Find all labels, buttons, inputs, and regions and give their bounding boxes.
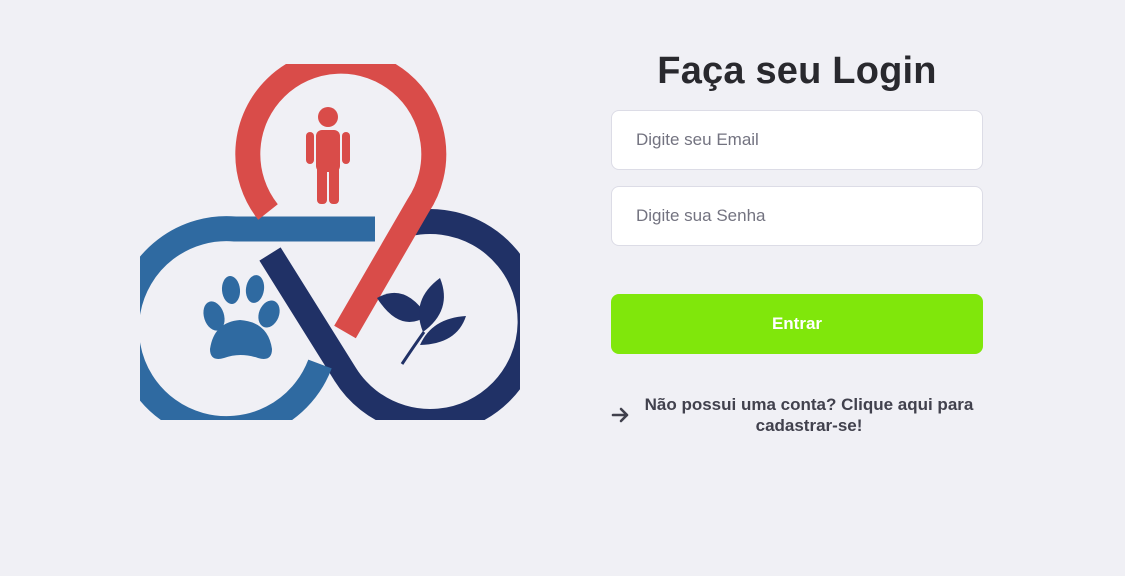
red-pin-loop <box>235 64 447 339</box>
leaf-icon <box>377 278 466 365</box>
login-page: Faça seu Login Entrar Não possui uma con… <box>0 0 1125 576</box>
register-link-text: Não possui uma conta? Clique aqui para c… <box>644 395 974 435</box>
login-button[interactable]: Entrar <box>611 294 983 354</box>
arrow-right-icon <box>611 407 629 423</box>
brand-logo <box>140 64 520 420</box>
login-form: Faça seu Login Entrar Não possui uma con… <box>611 48 983 436</box>
paw-icon <box>203 275 280 359</box>
email-input[interactable] <box>611 110 983 170</box>
register-link[interactable]: Não possui uma conta? Clique aqui para c… <box>611 394 983 436</box>
page-title: Faça seu Login <box>657 50 937 92</box>
password-input[interactable] <box>611 186 983 246</box>
person-icon <box>306 107 350 204</box>
